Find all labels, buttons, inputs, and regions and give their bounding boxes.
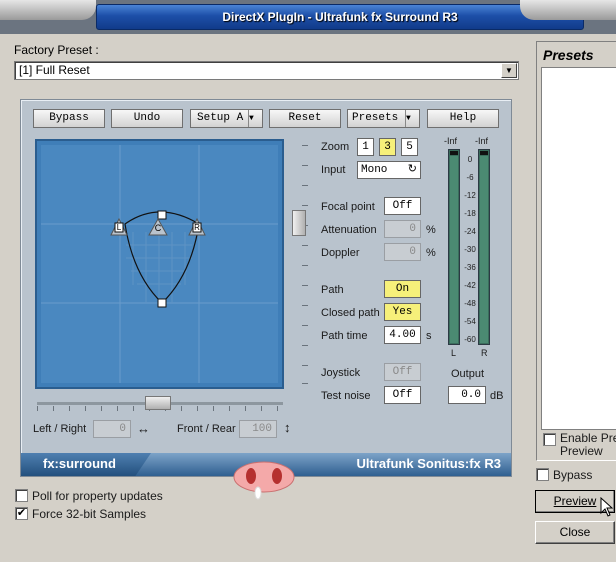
meter-right-peak: -Inf: [475, 136, 489, 146]
front-rear-slider-thumb[interactable]: [292, 210, 306, 236]
focal-point-label: Focal point: [321, 201, 375, 213]
poll-checkbox[interactable]: [15, 489, 28, 502]
reset-button[interactable]: Reset: [269, 109, 341, 128]
meter-tick: -30: [464, 245, 476, 254]
output-label: Output: [451, 368, 485, 380]
factory-preset-label: Factory Preset :: [14, 43, 99, 57]
focal-point-toggle[interactable]: Off: [384, 197, 421, 215]
presets-list[interactable]: [541, 67, 616, 430]
plugin-panel: Bypass Undo Setup A ▼ Reset Presets ▼ He…: [20, 99, 512, 477]
path-time-unit: s: [426, 330, 432, 342]
meter-tick: -36: [464, 263, 476, 272]
meter-tick: -12: [464, 191, 476, 200]
joystick-toggle[interactable]: Off: [384, 363, 421, 381]
speaker-center-label: C: [154, 223, 162, 233]
speaker-right-label: R: [194, 223, 200, 232]
bypass-button[interactable]: Bypass: [33, 109, 105, 128]
path-label: Path: [321, 284, 344, 296]
meter-tick: -48: [464, 299, 476, 308]
zoom-label: Zoom: [321, 141, 350, 153]
left-right-slider-thumb[interactable]: [145, 396, 171, 410]
front-rear-label: Front / Rear: [177, 423, 236, 435]
vertical-arrows-icon: ↕: [284, 420, 291, 435]
test-noise-toggle[interactable]: Off: [384, 386, 421, 404]
setup-label: Setup A: [197, 112, 244, 124]
output-unit: dB: [490, 390, 504, 402]
mascot-logo-icon: [233, 461, 295, 500]
meter-tick: -60: [464, 335, 476, 344]
closed-path-toggle[interactable]: Yes: [384, 303, 421, 321]
zoom-5-button[interactable]: 5: [401, 138, 418, 156]
help-button[interactable]: Help: [427, 109, 499, 128]
meter-tick: -42: [464, 281, 476, 290]
title-bar: DirectX PlugIn - Ultrafunk fx Surround R…: [0, 0, 616, 34]
meter-right-label: R: [481, 348, 488, 358]
enable-preview-checkbox[interactable]: [543, 433, 556, 446]
meter-tick: 0: [467, 155, 473, 164]
surround-path-graphic: [41, 145, 278, 383]
chevron-down-icon[interactable]: ▼: [501, 63, 517, 78]
front-rear-field[interactable]: 100: [239, 420, 277, 438]
factory-preset-select[interactable]: [1] Full Reset ▼: [14, 61, 519, 80]
meter-tick: -24: [464, 227, 476, 236]
left-right-field[interactable]: 0: [93, 420, 131, 438]
meter-left-label: L: [451, 348, 457, 358]
closed-path-label: Closed path: [321, 307, 380, 319]
window-title: DirectX PlugIn - Ultrafunk fx Surround R…: [96, 4, 584, 30]
chevron-down-icon[interactable]: ▼: [248, 110, 262, 127]
factory-preset-value: [1] Full Reset: [19, 63, 90, 77]
force32-checkbox[interactable]: ✔: [15, 507, 28, 520]
title-bar-cap-left: [0, 0, 96, 20]
left-right-label: Left / Right: [33, 423, 87, 435]
bypass-checkbox[interactable]: [536, 468, 549, 481]
meter-tick: -18: [464, 209, 476, 218]
presets-title: Presets: [543, 47, 594, 63]
cycle-icon[interactable]: ↻: [408, 162, 417, 178]
meter-tick: -6: [466, 173, 474, 182]
attenuation-field[interactable]: 0: [384, 220, 421, 238]
zoom-1-button[interactable]: 1: [357, 138, 374, 156]
horizontal-arrows-icon: ↔: [137, 421, 150, 436]
input-select[interactable]: Mono ↻: [357, 161, 421, 179]
presets-dropdown[interactable]: Presets ▼: [347, 109, 420, 128]
setup-dropdown[interactable]: Setup A ▼: [190, 109, 263, 128]
poll-label: Poll for property updates: [32, 489, 163, 503]
path-time-field[interactable]: 4.00: [384, 326, 421, 344]
input-value: Mono: [361, 164, 388, 176]
attenuation-unit: %: [426, 224, 436, 236]
brand-fx-surround: fx:surround: [43, 456, 116, 471]
path-time-label: Path time: [321, 330, 368, 342]
output-field[interactable]: 0.0: [448, 386, 486, 404]
mouse-cursor-icon: [600, 496, 616, 520]
title-bar-cap-right: [520, 0, 616, 20]
presets-dropdown-label: Presets: [352, 112, 399, 124]
presets-panel: Presets Enable Pre Preview: [536, 41, 616, 461]
zoom-3-button[interactable]: 3: [379, 138, 396, 156]
doppler-unit: %: [426, 247, 436, 259]
enable-preview-label-line2: Preview: [560, 444, 603, 458]
undo-button[interactable]: Undo: [111, 109, 183, 128]
force32-label: Force 32-bit Samples: [32, 507, 147, 521]
vertical-slider-ticks: [302, 145, 310, 385]
meter-tick: -54: [464, 317, 476, 326]
bypass-label: Bypass: [553, 468, 593, 482]
doppler-field[interactable]: 0: [384, 243, 421, 261]
surround-pad[interactable]: L C R: [35, 139, 284, 389]
enable-preview-label: Enable Pre Preview: [560, 432, 616, 458]
joystick-label: Joystick: [321, 367, 361, 379]
path-toggle[interactable]: On: [384, 280, 421, 298]
meter-left-peak: -Inf: [444, 136, 458, 146]
close-button[interactable]: Close: [535, 521, 615, 544]
test-noise-label: Test noise: [321, 390, 371, 402]
chevron-down-icon[interactable]: ▼: [405, 110, 419, 127]
surround-grid[interactable]: L C R: [41, 145, 278, 383]
brand-ultrafunk: Ultrafunk Sonitus:fx R3: [356, 456, 501, 471]
preview-button-label: Preview: [553, 494, 597, 508]
doppler-label: Doppler: [321, 247, 360, 259]
attenuation-label: Attenuation: [321, 224, 377, 236]
input-label: Input: [321, 164, 346, 176]
speaker-left-label: L: [116, 223, 122, 232]
